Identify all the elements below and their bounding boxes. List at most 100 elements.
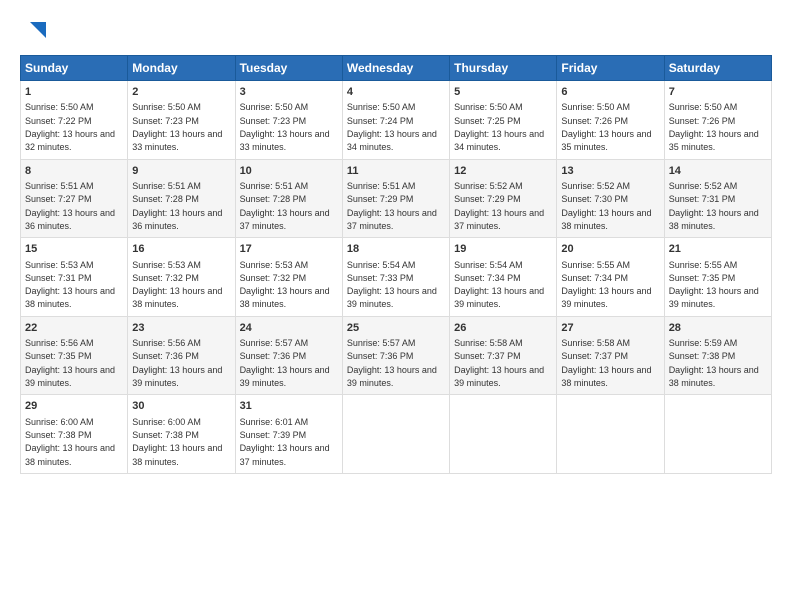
- day-number: 11: [347, 164, 445, 179]
- calendar-cell: 17 Sunrise: 5:53 AMSunset: 7:32 PMDayligh…: [235, 238, 342, 317]
- calendar-cell: 14 Sunrise: 5:52 AMSunset: 7:31 PMDayligh…: [664, 159, 771, 238]
- day-number: 9: [132, 164, 230, 179]
- calendar-cell: 12 Sunrise: 5:52 AMSunset: 7:29 PMDayligh…: [450, 159, 557, 238]
- cell-content: Sunrise: 5:50 AMSunset: 7:24 PMDaylight:…: [347, 102, 437, 152]
- cell-content: Sunrise: 5:54 AMSunset: 7:34 PMDaylight:…: [454, 260, 544, 310]
- calendar-cell: 29 Sunrise: 6:00 AMSunset: 7:38 PMDayligh…: [21, 395, 128, 474]
- cell-content: Sunrise: 5:53 AMSunset: 7:32 PMDaylight:…: [240, 260, 330, 310]
- day-number: 29: [25, 399, 123, 414]
- calendar-cell: [664, 395, 771, 474]
- calendar-cell: 28Sunrise: 5:59 AMSunset: 7:38 PMDayligh…: [664, 316, 771, 395]
- day-number: 3: [240, 85, 338, 100]
- calendar-cell: 23 Sunrise: 5:56 AMSunset: 7:36 PMDayligh…: [128, 316, 235, 395]
- day-number: 1: [25, 85, 123, 100]
- cell-content: Sunrise: 5:50 AMSunset: 7:26 PMDaylight:…: [669, 102, 759, 152]
- cell-content: Sunrise: 5:52 AMSunset: 7:31 PMDaylight:…: [669, 181, 759, 231]
- calendar-cell: [557, 395, 664, 474]
- header-sunday: Sunday: [21, 56, 128, 81]
- day-number: 12: [454, 164, 552, 179]
- cell-content: Sunrise: 5:50 AMSunset: 7:22 PMDaylight:…: [25, 102, 115, 152]
- calendar-cell: 27 Sunrise: 5:58 AMSunset: 7:37 PMDayligh…: [557, 316, 664, 395]
- calendar-cell: 10 Sunrise: 5:51 AMSunset: 7:28 PMDayligh…: [235, 159, 342, 238]
- cell-content: Sunrise: 5:57 AMSunset: 7:36 PMDaylight:…: [347, 338, 437, 388]
- calendar-cell: 2 Sunrise: 5:50 AMSunset: 7:23 PMDaylight…: [128, 81, 235, 160]
- page: SundayMondayTuesdayWednesdayThursdayFrid…: [0, 0, 792, 612]
- day-number: 6: [561, 85, 659, 100]
- cell-content: Sunrise: 5:52 AMSunset: 7:30 PMDaylight:…: [561, 181, 651, 231]
- cell-content: Sunrise: 5:51 AMSunset: 7:27 PMDaylight:…: [25, 181, 115, 231]
- cell-content: Sunrise: 5:55 AMSunset: 7:34 PMDaylight:…: [561, 260, 651, 310]
- day-number: 18: [347, 242, 445, 257]
- logo: [20, 16, 48, 45]
- calendar-cell: 9 Sunrise: 5:51 AMSunset: 7:28 PMDaylight…: [128, 159, 235, 238]
- cell-content: Sunrise: 5:50 AMSunset: 7:25 PMDaylight:…: [454, 102, 544, 152]
- day-number: 13: [561, 164, 659, 179]
- calendar-cell: 21 Sunrise: 5:55 AMSunset: 7:35 PMDayligh…: [664, 238, 771, 317]
- calendar-cell: [450, 395, 557, 474]
- day-number: 4: [347, 85, 445, 100]
- day-number: 15: [25, 242, 123, 257]
- header-tuesday: Tuesday: [235, 56, 342, 81]
- calendar-cell: 18 Sunrise: 5:54 AMSunset: 7:33 PMDayligh…: [342, 238, 449, 317]
- day-number: 7: [669, 85, 767, 100]
- header-monday: Monday: [128, 56, 235, 81]
- day-number: 26: [454, 321, 552, 336]
- day-number: 23: [132, 321, 230, 336]
- calendar-header-row: SundayMondayTuesdayWednesdayThursdayFrid…: [21, 56, 772, 81]
- cell-content: Sunrise: 5:51 AMSunset: 7:29 PMDaylight:…: [347, 181, 437, 231]
- header-saturday: Saturday: [664, 56, 771, 81]
- calendar-cell: 11 Sunrise: 5:51 AMSunset: 7:29 PMDayligh…: [342, 159, 449, 238]
- day-number: 5: [454, 85, 552, 100]
- cell-content: Sunrise: 5:57 AMSunset: 7:36 PMDaylight:…: [240, 338, 330, 388]
- calendar-cell: [342, 395, 449, 474]
- calendar-table: SundayMondayTuesdayWednesdayThursdayFrid…: [20, 55, 772, 474]
- calendar-week-row: 8Sunrise: 5:51 AMSunset: 7:27 PMDaylight…: [21, 159, 772, 238]
- day-number: 25: [347, 321, 445, 336]
- cell-content: Sunrise: 5:52 AMSunset: 7:29 PMDaylight:…: [454, 181, 544, 231]
- day-number: 17: [240, 242, 338, 257]
- calendar-cell: 4 Sunrise: 5:50 AMSunset: 7:24 PMDaylight…: [342, 81, 449, 160]
- cell-content: Sunrise: 6:00 AMSunset: 7:38 PMDaylight:…: [25, 417, 115, 467]
- calendar-cell: 8Sunrise: 5:51 AMSunset: 7:27 PMDaylight…: [21, 159, 128, 238]
- calendar-cell: 24 Sunrise: 5:57 AMSunset: 7:36 PMDayligh…: [235, 316, 342, 395]
- calendar-week-row: 1 Sunrise: 5:50 AMSunset: 7:22 PMDaylight…: [21, 81, 772, 160]
- day-number: 27: [561, 321, 659, 336]
- cell-content: Sunrise: 5:56 AMSunset: 7:36 PMDaylight:…: [132, 338, 222, 388]
- calendar-cell: 25 Sunrise: 5:57 AMSunset: 7:36 PMDayligh…: [342, 316, 449, 395]
- calendar-cell: 31Sunrise: 6:01 AMSunset: 7:39 PMDayligh…: [235, 395, 342, 474]
- cell-content: Sunrise: 5:56 AMSunset: 7:35 PMDaylight:…: [25, 338, 115, 388]
- day-number: 31: [240, 399, 338, 414]
- cell-content: Sunrise: 5:59 AMSunset: 7:38 PMDaylight:…: [669, 338, 759, 388]
- day-number: 10: [240, 164, 338, 179]
- cell-content: Sunrise: 5:50 AMSunset: 7:23 PMDaylight:…: [240, 102, 330, 152]
- cell-content: Sunrise: 5:55 AMSunset: 7:35 PMDaylight:…: [669, 260, 759, 310]
- day-number: 14: [669, 164, 767, 179]
- calendar-cell: 26 Sunrise: 5:58 AMSunset: 7:37 PMDayligh…: [450, 316, 557, 395]
- day-number: 30: [132, 399, 230, 414]
- day-number: 21: [669, 242, 767, 257]
- day-number: 24: [240, 321, 338, 336]
- cell-content: Sunrise: 5:51 AMSunset: 7:28 PMDaylight:…: [240, 181, 330, 231]
- cell-content: Sunrise: 5:51 AMSunset: 7:28 PMDaylight:…: [132, 181, 222, 231]
- calendar-cell: 30 Sunrise: 6:00 AMSunset: 7:38 PMDayligh…: [128, 395, 235, 474]
- calendar-week-row: 29 Sunrise: 6:00 AMSunset: 7:38 PMDayligh…: [21, 395, 772, 474]
- header-thursday: Thursday: [450, 56, 557, 81]
- calendar-week-row: 15Sunrise: 5:53 AMSunset: 7:31 PMDayligh…: [21, 238, 772, 317]
- calendar-cell: 22Sunrise: 5:56 AMSunset: 7:35 PMDayligh…: [21, 316, 128, 395]
- cell-content: Sunrise: 6:00 AMSunset: 7:38 PMDaylight:…: [132, 417, 222, 467]
- calendar-cell: 13 Sunrise: 5:52 AMSunset: 7:30 PMDayligh…: [557, 159, 664, 238]
- cell-content: Sunrise: 5:58 AMSunset: 7:37 PMDaylight:…: [561, 338, 651, 388]
- day-number: 19: [454, 242, 552, 257]
- cell-content: Sunrise: 5:53 AMSunset: 7:32 PMDaylight:…: [132, 260, 222, 310]
- logo-triangle-icon: [26, 18, 48, 45]
- calendar-cell: 16Sunrise: 5:53 AMSunset: 7:32 PMDayligh…: [128, 238, 235, 317]
- calendar-cell: 6Sunrise: 5:50 AMSunset: 7:26 PMDaylight…: [557, 81, 664, 160]
- cell-content: Sunrise: 5:58 AMSunset: 7:37 PMDaylight:…: [454, 338, 544, 388]
- cell-content: Sunrise: 5:54 AMSunset: 7:33 PMDaylight:…: [347, 260, 437, 310]
- day-number: 2: [132, 85, 230, 100]
- header: [20, 16, 772, 45]
- calendar-cell: 5 Sunrise: 5:50 AMSunset: 7:25 PMDaylight…: [450, 81, 557, 160]
- day-number: 20: [561, 242, 659, 257]
- calendar-cell: 7 Sunrise: 5:50 AMSunset: 7:26 PMDaylight…: [664, 81, 771, 160]
- cell-content: Sunrise: 5:50 AMSunset: 7:23 PMDaylight:…: [132, 102, 222, 152]
